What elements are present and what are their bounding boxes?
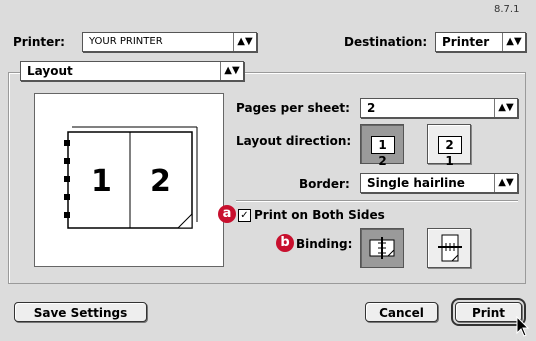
layout-direction-label: Layout direction: bbox=[236, 134, 352, 148]
version-label: 8.7.1 bbox=[494, 4, 520, 15]
print-button[interactable]: Print bbox=[451, 298, 526, 326]
callout-badge-a: a bbox=[218, 205, 236, 223]
panel-select-value: Layout bbox=[27, 64, 73, 78]
destination-popup[interactable]: Printer ▲▼ bbox=[435, 32, 526, 52]
pages-per-sheet-label: Pages per sheet: bbox=[236, 101, 350, 115]
direction-left-to-right-button[interactable]: 1 2 bbox=[360, 124, 404, 168]
preview-page-2: 2 bbox=[150, 164, 171, 199]
pages-per-sheet-popup[interactable]: 2 ▲▼ bbox=[360, 98, 518, 118]
destination-label: Destination: bbox=[344, 35, 428, 49]
save-settings-button[interactable]: Save Settings bbox=[14, 302, 147, 322]
short-edge-binding-icon bbox=[438, 234, 462, 262]
print-both-sides-label[interactable]: Print on Both Sides bbox=[254, 208, 385, 222]
callout-badge-b: b bbox=[276, 234, 294, 252]
binding-label: Binding: bbox=[296, 237, 353, 251]
printer-popup[interactable]: YOUR PRINTER ▲▼ bbox=[82, 32, 257, 52]
binding-short-edge-button[interactable] bbox=[427, 228, 471, 268]
border-popup[interactable]: Single hairline ▲▼ bbox=[360, 173, 518, 193]
direction-right-to-left-button[interactable]: 2 1 bbox=[427, 124, 471, 168]
section-divider bbox=[236, 200, 518, 202]
up-down-arrows-icon: ▲▼ bbox=[494, 174, 517, 192]
binding-long-edge-button[interactable] bbox=[360, 228, 404, 268]
printer-label: Printer: bbox=[13, 35, 65, 49]
printer-popup-value: YOUR PRINTER bbox=[89, 36, 163, 47]
mouse-pointer-icon bbox=[516, 316, 530, 337]
up-down-arrows-icon: ▲▼ bbox=[502, 33, 525, 51]
destination-popup-value: Printer bbox=[442, 35, 490, 49]
border-value: Single hairline bbox=[367, 176, 465, 190]
up-down-arrows-icon: ▲▼ bbox=[220, 62, 243, 80]
up-down-arrows-icon: ▲▼ bbox=[233, 33, 256, 51]
preview-sheet-graphic bbox=[64, 126, 198, 229]
checkmark-icon: ✓ bbox=[240, 210, 249, 221]
layout-preview: 1 2 bbox=[34, 93, 224, 267]
long-edge-binding-icon bbox=[369, 237, 395, 259]
up-down-arrows-icon: ▲▼ bbox=[494, 99, 517, 117]
print-both-sides-checkbox[interactable]: ✓ bbox=[238, 209, 251, 222]
direction-right-to-left-label: 2 1 bbox=[438, 136, 462, 168]
panel-select-popup[interactable]: Layout ▲▼ bbox=[20, 61, 244, 81]
preview-page-1: 1 bbox=[91, 164, 112, 199]
border-label: Border: bbox=[299, 177, 350, 191]
pages-per-sheet-value: 2 bbox=[367, 101, 376, 115]
cancel-button[interactable]: Cancel bbox=[365, 302, 438, 322]
direction-left-to-right-label: 1 2 bbox=[371, 136, 395, 168]
